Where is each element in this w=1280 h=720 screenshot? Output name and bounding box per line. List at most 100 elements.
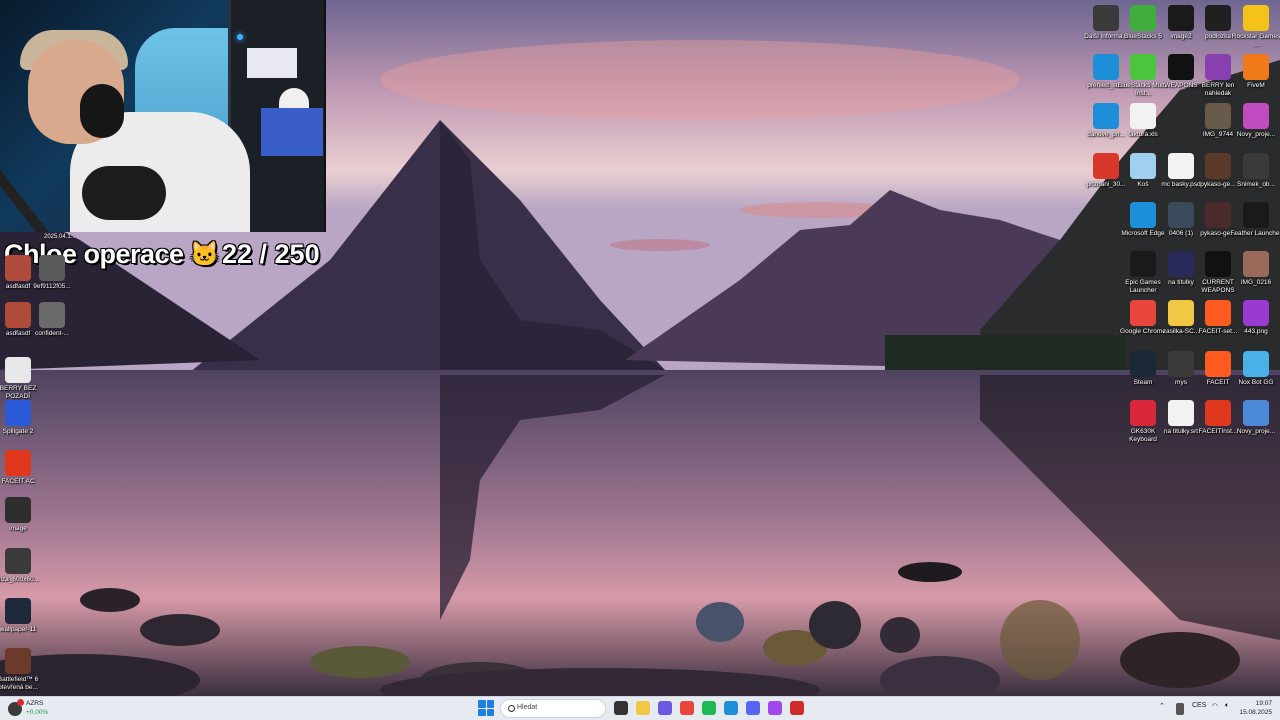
- desktop-icon[interactable]: 443.png: [1230, 300, 1280, 336]
- weather-widget[interactable]: AZRS +0,00%: [8, 699, 68, 719]
- desktop-icon-label: na titulky: [1168, 279, 1194, 286]
- desktop-icon-label: Feather Launcher: [1230, 230, 1280, 237]
- edge-icon: [1130, 202, 1156, 228]
- spotify-icon[interactable]: [702, 701, 716, 715]
- image-thumb-icon: [1205, 54, 1231, 80]
- feather-icon: [1243, 202, 1269, 228]
- faceit-shield-icon: [1205, 400, 1231, 426]
- clock-time: 19:07: [1255, 700, 1272, 707]
- image-thumb-icon: [1243, 400, 1269, 426]
- taskbar-clock[interactable]: 19:07 15.08.2025: [1236, 699, 1272, 717]
- image-thumb-icon: [5, 497, 31, 523]
- desktop-icon[interactable]: Snimek_ob...: [1230, 153, 1280, 189]
- desktop-icon[interactable]: BERRY BEZ POZADÍ: [0, 357, 44, 401]
- desktop-icon-label: image2: [1170, 33, 1192, 40]
- desktop-icon[interactable]: 9ef9112f05...: [26, 255, 78, 291]
- faceit-shield-icon: [5, 450, 31, 476]
- discord-icon[interactable]: [746, 701, 760, 715]
- shelf-led: [237, 34, 243, 40]
- desktop-icon-label: Rockstar Games ...: [1231, 33, 1280, 48]
- desktop-icon-label: confident-...: [35, 330, 69, 337]
- desktop-icon-label: Novy_proje...: [1236, 131, 1276, 138]
- image-thumb-icon: [1243, 251, 1269, 277]
- desktop-icon-label: FACEIT: [1206, 379, 1230, 386]
- recorder-icon[interactable]: [790, 701, 804, 715]
- desktop-icon-label: 9ef9112f05...: [33, 283, 71, 290]
- copilot-icon[interactable]: [658, 701, 672, 715]
- desktop-icon[interactable]: Novy_proje...: [1230, 400, 1280, 436]
- desktop-icon-label: mys: [1175, 379, 1187, 386]
- battlefield-icon: [5, 648, 31, 674]
- cat-emoji-icon: 🐱: [189, 240, 220, 268]
- info-circle-icon: [1093, 5, 1119, 31]
- image-thumb-icon: [5, 357, 31, 383]
- desktop-icon[interactable]: FACEIT AC: [0, 450, 44, 486]
- chrome-icon: [1130, 300, 1156, 326]
- usb-device-icon[interactable]: [1176, 703, 1184, 715]
- edge-icon: [1093, 54, 1119, 80]
- bluestacks-icon: [1130, 5, 1156, 31]
- chevron-up-icon[interactable]: ⌃: [1159, 702, 1165, 710]
- image-thumb-icon: [39, 255, 65, 281]
- task-view-icon[interactable]: [614, 701, 628, 715]
- file-explorer-icon[interactable]: [636, 701, 650, 715]
- tray-language[interactable]: CES: [1192, 702, 1206, 709]
- desktop-icon[interactable]: alza_600x60...: [0, 548, 44, 584]
- bluestacks-multi-icon: [1130, 54, 1156, 80]
- phone-image-icon: [1168, 5, 1194, 31]
- search-placeholder: Hledat: [517, 704, 538, 711]
- desktop-icon[interactable]: confident-...: [26, 302, 78, 338]
- wifi-icon[interactable]: ◠: [1212, 702, 1218, 710]
- desktop-icon-label: Snimek_ob...: [1237, 181, 1275, 188]
- desktop-icon[interactable]: IMG_0216: [1230, 251, 1280, 287]
- windows-logo-icon: [478, 700, 486, 708]
- widget-name: AZRS: [26, 700, 44, 707]
- pdf-icon: [1093, 153, 1119, 179]
- document-icon: [1130, 103, 1156, 129]
- desktop-icon-label: Splitgate 2: [2, 428, 34, 435]
- microphone: [82, 166, 166, 220]
- desktop-icon-label: wallpaper-11: [0, 626, 37, 633]
- desktop-icon[interactable]: wallpaper-11: [0, 598, 44, 634]
- volume-icon[interactable]: 🔈︎: [1225, 702, 1229, 710]
- steam-icon: [1130, 351, 1156, 377]
- image-thumb-icon: [1205, 103, 1231, 129]
- stream-counter: 22 / 250: [222, 239, 320, 269]
- image-thumb-icon: [1168, 54, 1194, 80]
- faceit-icon: [1205, 300, 1231, 326]
- desktop-icon[interactable]: Rockstar Games ...: [1230, 5, 1280, 49]
- image-thumb-icon: [1205, 202, 1231, 228]
- webcam-caption: 2025.04.1...: [44, 234, 76, 240]
- start-button[interactable]: [478, 700, 494, 716]
- webcam-overlay: [0, 0, 326, 232]
- desktop-icon-label: faktura.xls: [1128, 131, 1158, 138]
- desktop-icon[interactable]: FiveM: [1230, 54, 1280, 90]
- desktop-icon[interactable]: Splitgate 2: [0, 400, 44, 436]
- chrome-icon[interactable]: [680, 701, 694, 715]
- widget-value: +0,00%: [26, 709, 49, 716]
- keyboard-app-icon: [1130, 400, 1156, 426]
- desktop-icon[interactable]: Novy_proje...: [1230, 103, 1280, 139]
- image-thumb-icon: [1243, 153, 1269, 179]
- edge-icon: [1093, 103, 1119, 129]
- desktop-icon-label: podlozka: [1204, 33, 1232, 40]
- image-thumb-icon: [5, 598, 31, 624]
- desktop-icon-label: 443.png: [1244, 328, 1268, 335]
- desktop-icon-label: FiveM: [1247, 82, 1265, 89]
- taskbar-search[interactable]: Hledat: [500, 699, 606, 718]
- mic-arm: [0, 161, 62, 232]
- desktop-icon[interactable]: Feather Launcher: [1230, 202, 1280, 238]
- edge-icon[interactable]: [724, 701, 738, 715]
- folder-icon: [1168, 300, 1194, 326]
- desktop-icon[interactable]: Battlefield™ 6 otevřená be...: [0, 648, 44, 692]
- desktop-icon[interactable]: Nox Bot GG: [1230, 351, 1280, 387]
- image-thumb-icon: [39, 302, 65, 328]
- desktop-icon-label: Steam: [1133, 379, 1153, 386]
- fivem-icon: [1243, 54, 1269, 80]
- desktop-icon[interactable]: image: [0, 497, 44, 533]
- epic-games-icon: [1130, 251, 1156, 277]
- desktop-icon[interactable]: faktura.xls: [1117, 103, 1169, 139]
- nox-bot-icon: [1243, 351, 1269, 377]
- messenger-icon[interactable]: [768, 701, 782, 715]
- taskbar: AZRS +0,00% Hledat ⌃ CES ◠ 🔈︎ 19:07 15.0…: [0, 696, 1280, 720]
